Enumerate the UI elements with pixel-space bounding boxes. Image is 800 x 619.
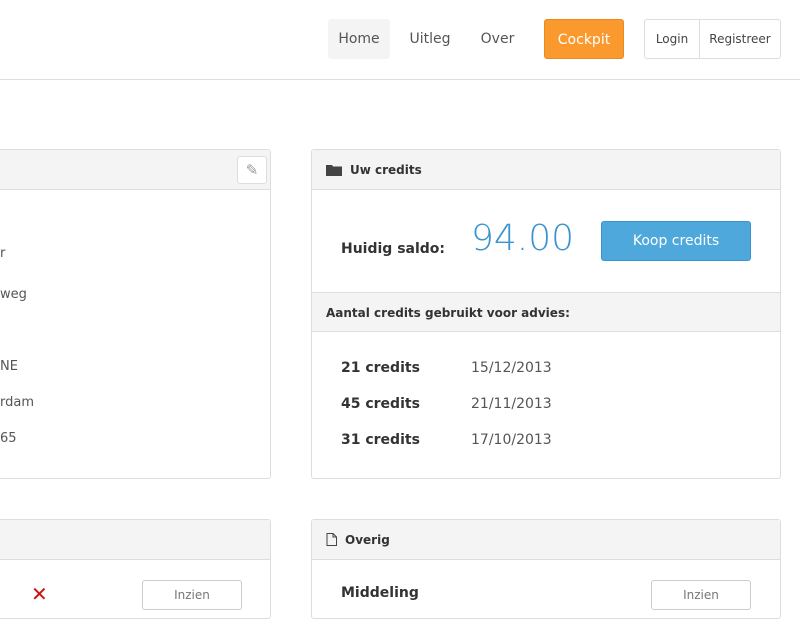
cockpit-button[interactable]: Cockpit: [544, 19, 624, 59]
credit-amount: 21 credits: [341, 360, 420, 376]
credit-amount: 31 credits: [341, 432, 420, 448]
bottom-left-panel: ✕ Inzien: [0, 519, 271, 619]
overig-panel-header: Overig: [312, 520, 780, 560]
login-button[interactable]: Login: [645, 20, 700, 58]
overig-title: Overig: [345, 532, 390, 547]
profile-field: weg: [0, 287, 27, 302]
nav-uitleg[interactable]: Uitleg: [400, 19, 460, 59]
pencil-icon: ✎: [245, 161, 259, 179]
nav-home[interactable]: Home: [328, 19, 390, 59]
used-credits-header: Aantal credits gebruikt voor advies:: [312, 292, 780, 332]
credits-title: Uw credits: [350, 162, 422, 177]
profile-field: NE: [0, 359, 18, 374]
view-button[interactable]: Inzien: [651, 580, 751, 610]
bottom-left-panel-header: [0, 520, 270, 560]
credit-date: 17/10/2013: [471, 432, 552, 448]
overig-item: Middeling: [341, 585, 419, 601]
view-button[interactable]: Inzien: [142, 580, 242, 610]
cross-icon: ✕: [31, 582, 48, 606]
saldo-label: Huidig saldo:: [341, 241, 446, 257]
profile-panel-header: [0, 150, 270, 190]
profile-field: 65: [0, 431, 17, 446]
overig-panel: Overig Middeling Inzien: [311, 519, 781, 619]
profile-field: r: [0, 246, 6, 261]
buy-credits-button[interactable]: Koop credits: [601, 221, 751, 261]
edit-button[interactable]: ✎: [237, 156, 267, 184]
top-nav: Home Uitleg Over Cockpit Login Registree…: [0, 0, 800, 80]
credit-date: 21/11/2013: [471, 396, 552, 412]
credits-panel: Uw credits Huidig saldo: 94.00 Koop cred…: [311, 149, 781, 479]
register-button[interactable]: Registreer: [700, 20, 780, 58]
nav-over[interactable]: Over: [470, 19, 525, 59]
file-icon: [326, 533, 337, 546]
auth-buttons: Login Registreer: [644, 19, 781, 59]
saldo-value: 94.00: [471, 218, 575, 259]
credit-amount: 45 credits: [341, 396, 420, 412]
profile-panel: ✎: [0, 149, 271, 479]
folder-icon: [326, 164, 342, 176]
profile-field: rdam: [0, 395, 34, 410]
credit-date: 15/12/2013: [471, 360, 552, 376]
credits-panel-header: Uw credits: [312, 150, 780, 190]
